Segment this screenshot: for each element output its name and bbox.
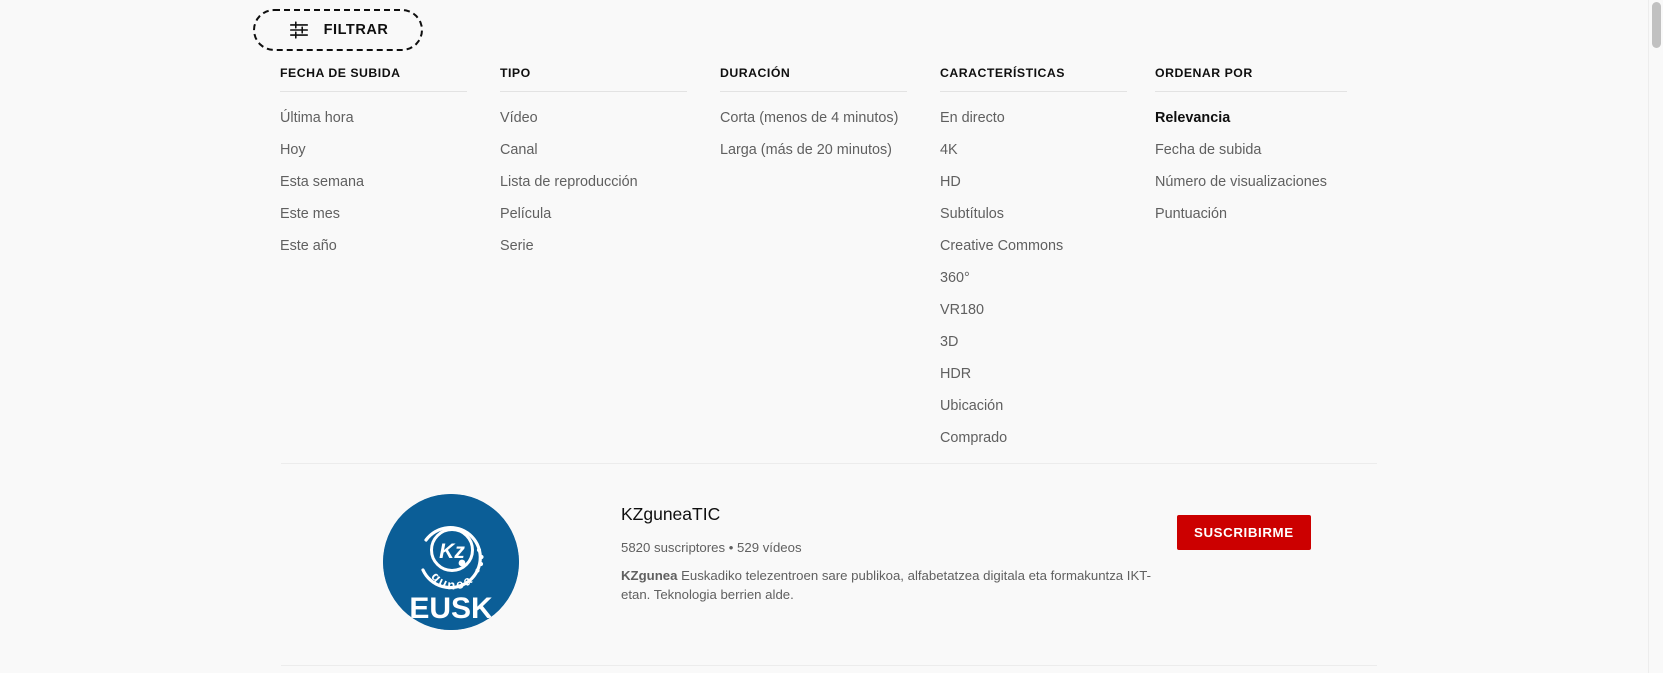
filter-column-fecha-de-subida: FECHA DE SUBIDA Última hora Hoy Esta sem…: [280, 66, 500, 463]
filter-option-ultima-hora[interactable]: Última hora: [280, 111, 500, 143]
channel-description-bold: KZgunea: [621, 567, 678, 583]
filter-option-hdr[interactable]: HDR: [940, 367, 1155, 399]
filter-column-header: DURACIÓN: [720, 66, 791, 80]
filter-column-header: ORDENAR POR: [1155, 66, 1253, 80]
filter-option-canal[interactable]: Canal: [500, 143, 720, 175]
divider: [1155, 91, 1347, 92]
svg-text:EUSK: EUSK: [409, 592, 493, 625]
filter-button-label: FILTRAR: [323, 22, 389, 38]
filter-column-header: FECHA DE SUBIDA: [280, 66, 401, 80]
filter-option-hd[interactable]: HD: [940, 175, 1155, 207]
filter-option-este-mes[interactable]: Este mes: [280, 207, 500, 239]
filter-option-larga[interactable]: Larga (más de 20 minutos): [720, 143, 940, 175]
filter-option-vr180[interactable]: VR180: [940, 303, 1155, 335]
channel-result-card[interactable]: Kz gunea EUSK KZguneaTIC 5820 suscriptor…: [281, 490, 1377, 635]
channel-description: KZgunea Euskadiko telezentroen sare publ…: [621, 566, 1176, 604]
filter-option-video[interactable]: Vídeo: [500, 111, 720, 143]
filter-column-tipo: TIPO Vídeo Canal Lista de reproducción P…: [500, 66, 720, 463]
filter-option-hoy[interactable]: Hoy: [280, 143, 500, 175]
divider: [500, 91, 687, 92]
filter-option-pelicula[interactable]: Película: [500, 207, 720, 239]
filter-option-4k[interactable]: 4K: [940, 143, 1155, 175]
filter-option-creative-commons[interactable]: Creative Commons: [940, 239, 1155, 271]
divider: [940, 91, 1127, 92]
filter-option-subtitulos[interactable]: Subtítulos: [940, 207, 1155, 239]
channel-card-bottom-divider: [281, 665, 1377, 666]
filter-option-360[interactable]: 360°: [940, 271, 1155, 303]
divider: [280, 91, 467, 92]
channel-card-top-divider: [281, 463, 1377, 464]
subscribe-button[interactable]: SUSCRIBIRME: [1177, 515, 1311, 551]
channel-name[interactable]: KZguneaTIC: [621, 504, 1177, 526]
page-scrollbar[interactable]: [1648, 0, 1663, 673]
sort-option-puntuacion[interactable]: Puntuación: [1155, 207, 1375, 239]
divider: [720, 91, 907, 92]
filter-columns: FECHA DE SUBIDA Última hora Hoy Esta sem…: [280, 66, 1623, 463]
filter-option-en-directo[interactable]: En directo: [940, 111, 1155, 143]
channel-avatar[interactable]: Kz gunea EUSK: [383, 494, 519, 630]
sort-option-numero-de-visualizaciones[interactable]: Número de visualizaciones: [1155, 175, 1375, 207]
filter-option-ubicacion[interactable]: Ubicación: [940, 399, 1155, 431]
filter-button[interactable]: FILTRAR: [253, 9, 423, 51]
filter-column-ordenar-por: ORDENAR POR Relevancia Fecha de subida N…: [1155, 66, 1375, 463]
filter-option-este-ano[interactable]: Este año: [280, 239, 500, 271]
filter-option-lista-de-reproduccion[interactable]: Lista de reproducción: [500, 175, 720, 207]
channel-meta: 5820 suscriptores • 529 vídeos: [621, 539, 802, 555]
channel-description-rest: Euskadiko telezentroen sare publikoa, al…: [621, 567, 1151, 603]
sort-option-fecha-de-subida[interactable]: Fecha de subida: [1155, 143, 1375, 175]
page-scrollbar-thumb[interactable]: [1652, 2, 1661, 48]
filter-option-3d[interactable]: 3D: [940, 335, 1155, 367]
filter-option-comprado[interactable]: Comprado: [940, 431, 1155, 463]
channel-avatar-slot: Kz gunea EUSK: [281, 490, 621, 630]
subscribe-slot: SUSCRIBIRME: [1177, 490, 1377, 551]
search-filters-page: FILTRAR FECHA DE SUBIDA Última hora Hoy …: [0, 0, 1663, 673]
tune-sliders-icon: [288, 19, 310, 41]
sort-option-relevancia[interactable]: Relevancia: [1155, 111, 1375, 143]
filter-option-esta-semana[interactable]: Esta semana: [280, 175, 500, 207]
filter-column-duracion: DURACIÓN Corta (menos de 4 minutos) Larg…: [720, 66, 940, 463]
filter-column-header: CARACTERÍSTICAS: [940, 66, 1066, 80]
filter-option-serie[interactable]: Serie: [500, 239, 720, 271]
filter-option-corta[interactable]: Corta (menos de 4 minutos): [720, 111, 940, 143]
svg-text:Kz: Kz: [439, 540, 465, 563]
channel-info: KZguneaTIC 5820 suscriptores • 529 vídeo…: [621, 490, 1177, 604]
filter-column-header: TIPO: [500, 66, 531, 80]
filter-column-caracteristicas: CARACTERÍSTICAS En directo 4K HD Subtítu…: [940, 66, 1155, 463]
